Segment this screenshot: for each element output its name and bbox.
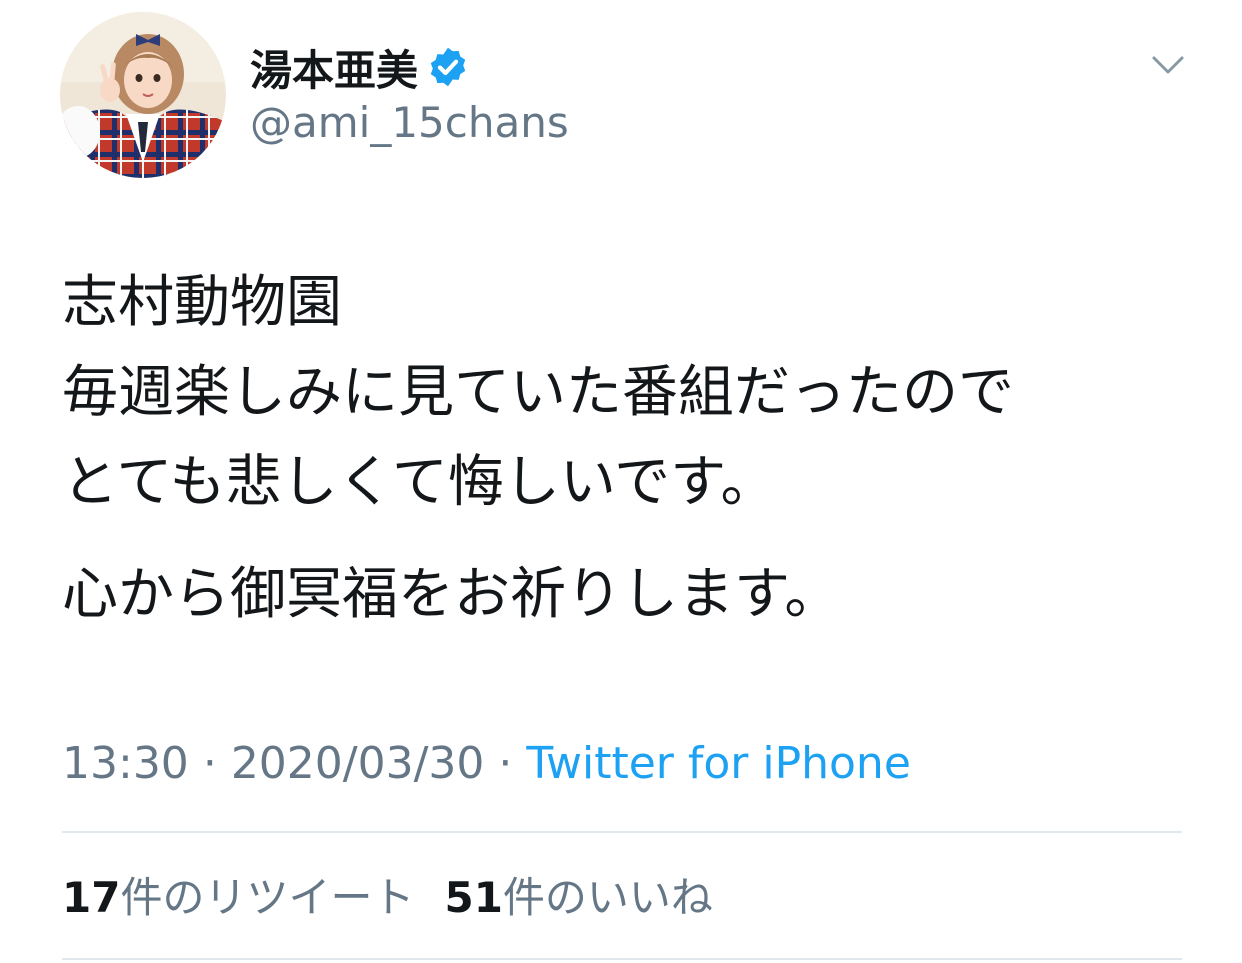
divider [62, 831, 1182, 833]
retweets-label: 件のリツイート [120, 873, 415, 922]
verified-badge-icon [430, 47, 466, 87]
tweet-text: 志村動物園 毎週楽しみに見ていた番組だったので とても悲しくて悔しいです。 心か… [62, 258, 1212, 640]
tweet-time: 13:30 [62, 738, 189, 789]
tweet-line: 志村動物園 [62, 270, 342, 335]
meta-separator: · [498, 738, 513, 789]
meta-separator: · [202, 738, 217, 789]
tweet-line: 心から御冥福をお祈りします。 [62, 562, 841, 627]
tweet-meta: 13:30 · 2020/03/30 · Twitter for iPhone [62, 735, 911, 793]
tweet-date: 2020/03/30 [230, 738, 485, 789]
tweet-source-link[interactable]: Twitter for iPhone [526, 738, 910, 789]
retweets-stat[interactable]: 17件のリツイート [62, 873, 414, 922]
tweet-line: とても悲しくて悔しいです。 [62, 450, 777, 515]
retweets-count: 17 [62, 873, 121, 922]
user-handle[interactable]: @ami_15chans [250, 98, 569, 147]
divider [62, 958, 1182, 960]
avatar[interactable] [60, 12, 226, 178]
tweet-line: 毎週楽しみに見ていた番組だったので [62, 360, 1014, 425]
display-name-text: 湯本亜美 [250, 45, 419, 95]
likes-label: 件のいいね [502, 873, 713, 922]
likes-stat[interactable]: 51件のいいね [444, 873, 712, 922]
chevron-down-icon[interactable] [1148, 50, 1188, 80]
display-name[interactable]: 湯本亜美 [250, 38, 470, 96]
tweet-stats: 17件のリツイート 51件のいいね [62, 870, 713, 926]
likes-count: 51 [444, 873, 503, 922]
profile-photo [60, 12, 226, 178]
